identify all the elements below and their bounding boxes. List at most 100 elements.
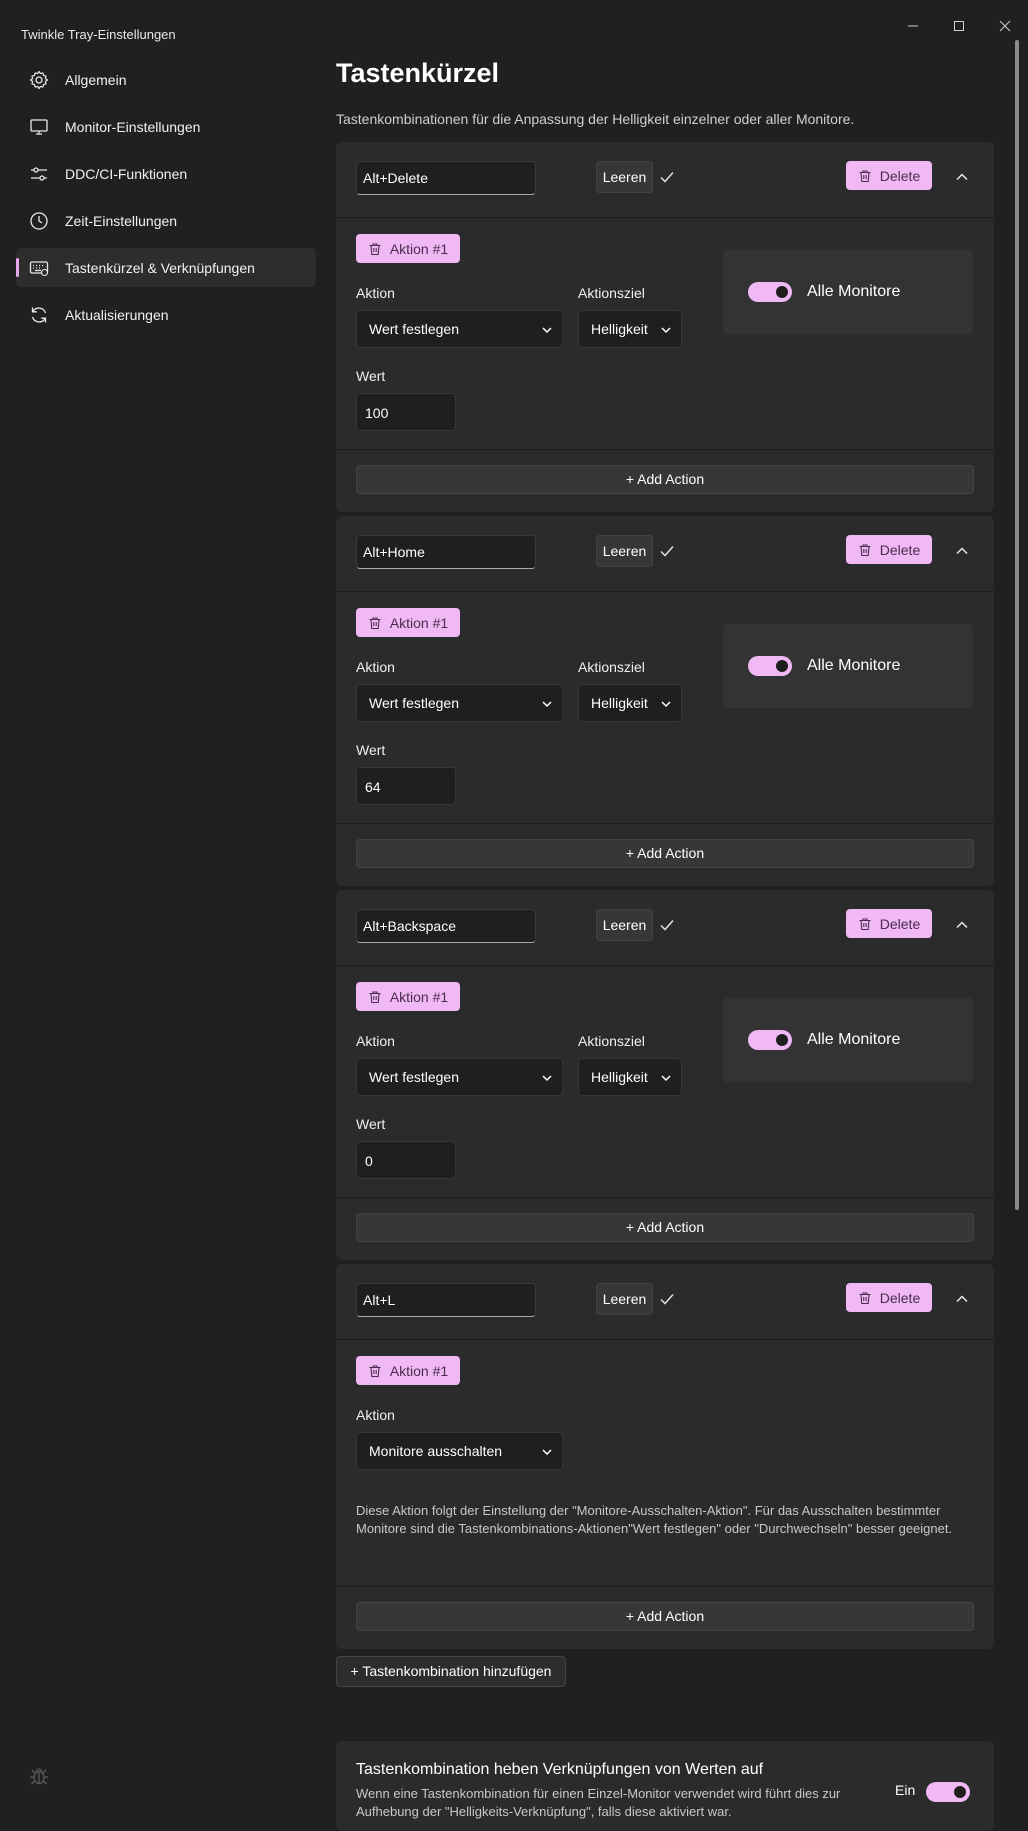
action-select[interactable]: Monitore ausschalten [356,1432,563,1470]
trash-icon [859,543,871,556]
maximize-button[interactable] [936,0,982,52]
action-select[interactable]: Wert festlegen [356,1058,563,1096]
hotkey-input[interactable]: Alt+Home [356,535,536,569]
sidebar-item-label: DDC/CI-Funktionen [65,165,188,182]
delete-button[interactable]: Delete [846,909,932,938]
sidebar-item-hotkeys[interactable]: Tastenkürzel & Verknüpfungen [16,248,316,287]
action-chip[interactable]: Aktion #1 [356,234,460,263]
unlink-toggle[interactable] [926,1782,970,1802]
action-target-select[interactable]: Helligkeit [578,684,682,722]
value-label: Wert [356,1116,386,1132]
value-label: Wert [356,368,386,384]
setting-title: Tastenkombination heben Verknüpfungen vo… [356,1761,764,1778]
monitor-panel: Alle Monitore [723,250,973,334]
trash-icon [859,1291,871,1304]
all-monitors-toggle[interactable] [748,656,792,676]
action-target-select[interactable]: Helligkeit [578,310,682,348]
action-label: Aktion [356,1033,395,1049]
delete-button[interactable]: Delete [846,1283,932,1312]
sidebar-item-monitor-settings[interactable]: Monitor-Einstellungen [16,107,316,146]
page-title: Tastenkürzel [336,58,500,88]
chevron-up-icon[interactable] [954,1291,970,1307]
delete-label: Delete [879,1289,921,1306]
hotkey-card: Alt+Backspace Leeren Delete Aktion #1 Ak… [336,890,994,1260]
trash-icon [369,1364,381,1377]
minimize-button[interactable] [890,0,936,52]
value-input[interactable]: 100 [356,393,456,431]
unlink-setting-card: Tastenkombination heben Verknüpfungen vo… [336,1741,994,1831]
action-select-value: Wert festlegen [369,321,460,337]
action-chip[interactable]: Aktion #1 [356,608,460,637]
sidebar-item-label: Allgemein [65,71,127,88]
action-target-value: Helligkeit [591,695,648,711]
chevron-up-icon[interactable] [954,543,970,559]
hotkey-card: Alt+L Leeren Delete Aktion #1 Aktion Mon… [336,1264,994,1649]
clear-button[interactable]: Leeren [596,535,653,567]
action-chip-label: Aktion #1 [389,988,449,1005]
chevron-down-icon [542,1449,552,1456]
trash-icon [859,169,871,182]
sidebar-item-general[interactable]: Allgemein [16,60,316,99]
sidebar-item-ddcci[interactable]: DDC/CI-Funktionen [16,154,316,193]
clear-button[interactable]: Leeren [596,161,653,193]
monitor-icon [28,116,50,138]
action-chip[interactable]: Aktion #1 [356,982,460,1011]
clock-icon [28,210,50,232]
action-label: Aktion [356,285,395,301]
refresh-icon [28,304,50,326]
chevron-down-icon [542,1075,552,1082]
action-target-value: Helligkeit [591,321,648,337]
add-action-button[interactable]: + Add Action [356,465,974,494]
action-target-select[interactable]: Helligkeit [578,1058,682,1096]
action-chip[interactable]: Aktion #1 [356,1356,460,1385]
bug-icon[interactable] [28,1765,50,1787]
add-action-button[interactable]: + Add Action [356,1602,974,1631]
value-input[interactable]: 64 [356,767,456,805]
action-target-label: Aktionsziel [578,285,645,301]
scrollbar[interactable] [1015,40,1019,1210]
hotkey-input[interactable]: Alt+L [356,1283,536,1317]
action-target-value: Helligkeit [591,1069,648,1085]
trash-icon [369,990,381,1003]
setting-description: Wenn eine Tastenkombination für einen Ei… [356,1786,841,1819]
maximize-icon [954,21,964,31]
sidebar-item-updates[interactable]: Aktualisierungen [16,295,316,334]
action-chip-label: Aktion #1 [389,614,449,631]
chevron-up-icon[interactable] [954,917,970,933]
sidebar-item-time-settings[interactable]: Zeit-Einstellungen [16,201,316,240]
clear-button[interactable]: Leeren [596,909,653,941]
action-select[interactable]: Wert festlegen [356,684,563,722]
sidebar: Allgemein Monitor-Einstellungen DDC/CI-F… [0,60,326,342]
sidebar-item-label: Aktualisierungen [65,306,169,323]
check-icon [660,1294,674,1305]
add-action-button[interactable]: + Add Action [356,839,974,868]
clear-button[interactable]: Leeren [596,1283,653,1315]
window-title: Twinkle Tray-Einstellungen [21,27,176,42]
hotkey-input[interactable]: Alt+Backspace [356,909,536,943]
action-select[interactable]: Wert festlegen [356,310,563,348]
hotkey-card: Alt+Home Leeren Delete Aktion #1 Aktion … [336,516,994,886]
sidebar-item-label: Zeit-Einstellungen [65,212,178,229]
all-monitors-toggle[interactable] [748,1030,792,1050]
value-input[interactable]: 0 [356,1141,456,1179]
hotkey-input[interactable]: Alt+Delete [356,161,536,195]
action-select-value: Monitore ausschalten [369,1443,503,1459]
chevron-up-icon[interactable] [954,169,970,185]
delete-label: Delete [879,541,921,558]
add-action-button[interactable]: + Add Action [356,1213,974,1242]
all-monitors-label: Alle Monitore [807,283,901,300]
all-monitors-label: Alle Monitore [807,657,901,674]
trash-icon [859,917,871,930]
action-info-text: Diese Aktion folgt der Einstellung der "… [356,1503,953,1536]
check-icon [660,172,674,183]
close-button[interactable] [982,0,1028,52]
minimize-icon [908,25,918,27]
sidebar-item-label: Tastenkürzel & Verknüpfungen [65,259,255,276]
all-monitors-toggle[interactable] [748,282,792,302]
sidebar-item-label: Monitor-Einstellungen [65,118,201,135]
check-icon [660,546,674,557]
delete-button[interactable]: Delete [846,161,932,190]
delete-button[interactable]: Delete [846,535,932,564]
chevron-down-icon [661,701,671,708]
add-hotkey-button[interactable]: + Tastenkombination hinzufügen [336,1656,566,1687]
